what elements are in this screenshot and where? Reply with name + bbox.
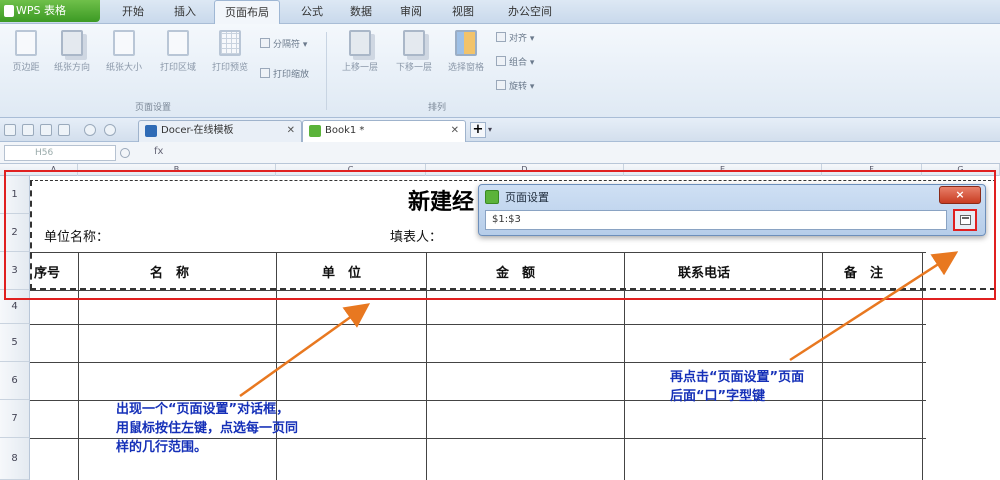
annotation-line: 用鼠标按住左键，点选每一页同 [116, 421, 299, 436]
dialog-app-icon [485, 190, 499, 204]
print-titles-range-input[interactable]: $1:$3 [485, 210, 947, 230]
menu-review[interactable]: 审阅 [390, 0, 432, 24]
selection-pane-label: 选择窗格 [447, 63, 484, 73]
selection-pane-button[interactable]: 选择窗格 [440, 30, 492, 73]
tab-list-dropdown-icon[interactable]: ▾ [488, 122, 498, 138]
annotation-line: 后面“口”字型键 [670, 389, 766, 404]
print-preview-button[interactable]: 打印预览 [204, 30, 256, 73]
paper-size-icon [113, 30, 135, 56]
redo-icon[interactable] [104, 124, 116, 136]
menu-office-space[interactable]: 办公空间 [500, 0, 560, 24]
print-scale-icon [260, 68, 270, 78]
paper-size-button[interactable]: 纸张大小 [98, 30, 150, 73]
undo-icon[interactable] [84, 124, 96, 136]
bring-forward-button[interactable]: 上移一层 [334, 30, 386, 73]
print-area-icon [167, 30, 189, 56]
close-tab-icon[interactable]: ✕ [451, 121, 459, 141]
tab-docer[interactable]: Docer-在线模板 ✕ [138, 120, 302, 142]
formula-bar: H56 fx [0, 142, 1000, 164]
annotation-line: 样的几行范围。 [116, 440, 208, 455]
expand-dialog-button[interactable] [953, 209, 977, 231]
name-box[interactable]: H56 [4, 145, 116, 161]
menu-view[interactable]: 视图 [442, 0, 484, 24]
bring-forward-icon [349, 30, 371, 56]
orientation-button[interactable]: 纸张方向 [46, 30, 98, 73]
arrange-group-label: 排列 [428, 103, 447, 113]
margins-button[interactable]: 页边距 [0, 30, 52, 73]
wps-logo-icon [4, 5, 14, 17]
menu-bar: WPS 表格 开始 插入 页面布局 公式 数据 审阅 视图 办公空间 [0, 0, 1000, 24]
fx-button[interactable]: fx [154, 146, 163, 157]
send-backward-label: 下移一层 [395, 63, 432, 73]
new-tab-button[interactable]: + [470, 122, 486, 138]
print-icon[interactable] [58, 124, 70, 136]
annotation-line: 再点击“页面设置”页面 [670, 370, 805, 385]
orientation-icon [61, 30, 83, 56]
open-icon[interactable] [22, 124, 34, 136]
align-icon [496, 32, 506, 42]
send-backward-icon [403, 30, 425, 56]
dialog-title: 页面设置 [505, 191, 549, 204]
align-label: 对齐 [509, 34, 528, 44]
ribbon: 页边距 纸张方向 纸张大小 打印区域 打印预览 分隔符 ▾ 打印缩放 页面设置 … [0, 24, 1000, 118]
close-button[interactable]: × [939, 186, 981, 204]
margins-label: 页边距 [12, 63, 40, 73]
separator-icon [260, 38, 270, 48]
close-tab-icon[interactable]: ✕ [287, 121, 295, 141]
orientation-label: 纸张方向 [53, 63, 90, 73]
annotation-right: 再点击“页面设置”页面 后面“口”字型键 [670, 368, 804, 406]
menu-insert[interactable]: 插入 [164, 0, 206, 24]
group-divider [326, 32, 327, 110]
group-label: 组合 [509, 58, 528, 68]
page-setup-dialog: 页面设置 × $1:$3 [478, 184, 986, 236]
separator-dropdown[interactable]: 分隔符 ▾ [260, 38, 307, 52]
collapse-icon [960, 215, 971, 225]
menu-formula[interactable]: 公式 [292, 0, 332, 24]
tab-docer-label: Docer-在线模板 [161, 125, 234, 136]
zoom-icon[interactable] [120, 148, 130, 158]
rotate-icon [496, 80, 506, 90]
docer-icon [145, 125, 157, 137]
menu-page-layout[interactable]: 页面布局 [214, 0, 280, 24]
menu-data[interactable]: 数据 [340, 0, 382, 24]
document-tab-bar: Docer-在线模板 ✕ Book1 * ✕ + ▾ [0, 118, 1000, 142]
rotate-label: 旋转 [509, 82, 528, 92]
tab-book1[interactable]: Book1 * ✕ [302, 120, 466, 142]
print-scale-button[interactable]: 打印缩放 [260, 68, 309, 82]
group-icon [496, 56, 506, 66]
menu-home[interactable]: 开始 [112, 0, 154, 24]
rotate-dropdown[interactable]: 旋转 ▾ [496, 80, 534, 94]
annotation-left: 出现一个“页面设置”对话框， 用鼠标按住左键，点选每一页同 样的几行范围。 [116, 400, 298, 457]
print-scale-label: 打印缩放 [273, 70, 310, 80]
print-area-label: 打印区域 [159, 63, 196, 73]
spreadsheet-icon [309, 125, 321, 137]
tab-book1-label: Book1 * [325, 125, 365, 136]
page-setup-group-label: 页面设置 [135, 103, 172, 113]
margins-icon [15, 30, 37, 56]
app-menu-button[interactable]: WPS 表格 [0, 0, 100, 22]
selection-pane-icon [455, 30, 477, 56]
save-icon[interactable] [40, 124, 52, 136]
annotation-line: 出现一个“页面设置”对话框， [116, 402, 290, 417]
align-dropdown[interactable]: 对齐 ▾ [496, 32, 534, 46]
arrow-to-collapse-button [789, 251, 959, 362]
group-dropdown[interactable]: 组合 ▾ [496, 56, 534, 70]
bring-forward-label: 上移一层 [341, 63, 378, 73]
app-name: WPS 表格 [16, 4, 66, 17]
arrow-to-rows [239, 303, 371, 398]
send-backward-button[interactable]: 下移一层 [388, 30, 440, 73]
separator-label: 分隔符 [273, 40, 301, 50]
print-preview-label: 打印预览 [211, 63, 248, 73]
print-area-button[interactable]: 打印区域 [152, 30, 204, 73]
print-preview-icon [219, 30, 241, 56]
new-icon[interactable] [4, 124, 16, 136]
paper-size-label: 纸张大小 [105, 63, 142, 73]
